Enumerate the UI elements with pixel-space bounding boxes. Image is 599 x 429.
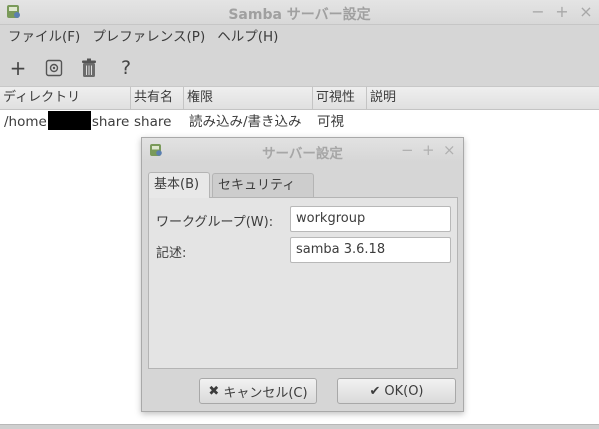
dialog-titlebar: サーバー設定 − + × <box>142 138 463 162</box>
properties-button[interactable] <box>42 56 66 80</box>
menu-preferences[interactable]: プレファレンス(P) <box>86 25 211 49</box>
add-share-button[interactable]: + <box>6 56 30 80</box>
toolbar: + ? <box>0 50 599 87</box>
cell-visibility: 可視 <box>317 114 344 130</box>
window-bottom-edge <box>0 424 599 429</box>
cancel-button-label: キャンセル(C) <box>223 385 308 401</box>
plus-icon: + <box>9 56 27 80</box>
delete-share-button[interactable] <box>77 56 101 80</box>
workgroup-input[interactable]: workgroup <box>290 206 451 232</box>
redacted-block <box>47 111 91 130</box>
column-permissions[interactable]: 権限 <box>184 87 313 109</box>
table-row[interactable]: /home share share 読み込み/書き込み 可視 <box>0 111 599 133</box>
menu-bar: ファイル(F) プレファレンス(P) ヘルプ(H) <box>0 25 599 49</box>
close-icon: ✖ <box>208 383 220 399</box>
ok-button-label: OK(O) <box>384 383 424 399</box>
minimize-button[interactable]: − <box>531 2 545 22</box>
description-label: 記述: <box>156 246 187 261</box>
cell-share-name: share <box>134 114 172 130</box>
column-visibility[interactable]: 可視性 <box>313 87 367 109</box>
tab-security[interactable]: セキュリティ(S) <box>212 173 314 217</box>
close-button[interactable]: × <box>579 2 593 22</box>
column-description[interactable]: 説明 <box>367 87 599 109</box>
tab-basic[interactable]: 基本(B) <box>148 172 210 198</box>
ok-button[interactable]: ✔ OK(O) <box>337 378 456 404</box>
directory-suffix: share <box>91 114 130 130</box>
cell-directory: /home share <box>4 111 129 133</box>
column-directory[interactable]: ディレクトリ <box>0 87 131 109</box>
help-button[interactable]: ? <box>114 56 138 80</box>
menu-file[interactable]: ファイル(F) <box>2 25 86 49</box>
dialog-minimize-button[interactable]: − <box>401 140 414 160</box>
description-input[interactable]: samba 3.6.18 <box>290 237 451 263</box>
directory-prefix: /home <box>4 114 47 130</box>
server-settings-dialog: サーバー設定 − + × 基本(B) セキュリティ(S) ワークグループ(W):… <box>141 137 464 412</box>
table-header: ディレクトリ 共有名 権限 可視性 説明 <box>0 87 599 110</box>
menu-help[interactable]: ヘルプ(H) <box>211 25 284 49</box>
basic-settings-panel: ワークグループ(W): workgroup 記述: samba 3.6.18 <box>148 197 458 369</box>
column-share-name[interactable]: 共有名 <box>131 87 184 109</box>
question-icon: ? <box>120 57 132 79</box>
cancel-button[interactable]: ✖ キャンセル(C) <box>199 378 317 404</box>
cell-permissions: 読み込み/書き込み <box>189 114 302 130</box>
window-title: Samba サーバー設定 <box>228 7 371 23</box>
properties-icon <box>45 59 63 77</box>
trash-icon <box>82 58 96 77</box>
window-titlebar: Samba サーバー設定 − + × <box>0 0 599 25</box>
dialog-close-button[interactable]: × <box>443 140 456 160</box>
workgroup-label: ワークグループ(W): <box>156 215 274 230</box>
maximize-button[interactable]: + <box>555 2 569 22</box>
dialog-maximize-button[interactable]: + <box>422 140 435 160</box>
check-icon: ✔ <box>369 383 381 399</box>
